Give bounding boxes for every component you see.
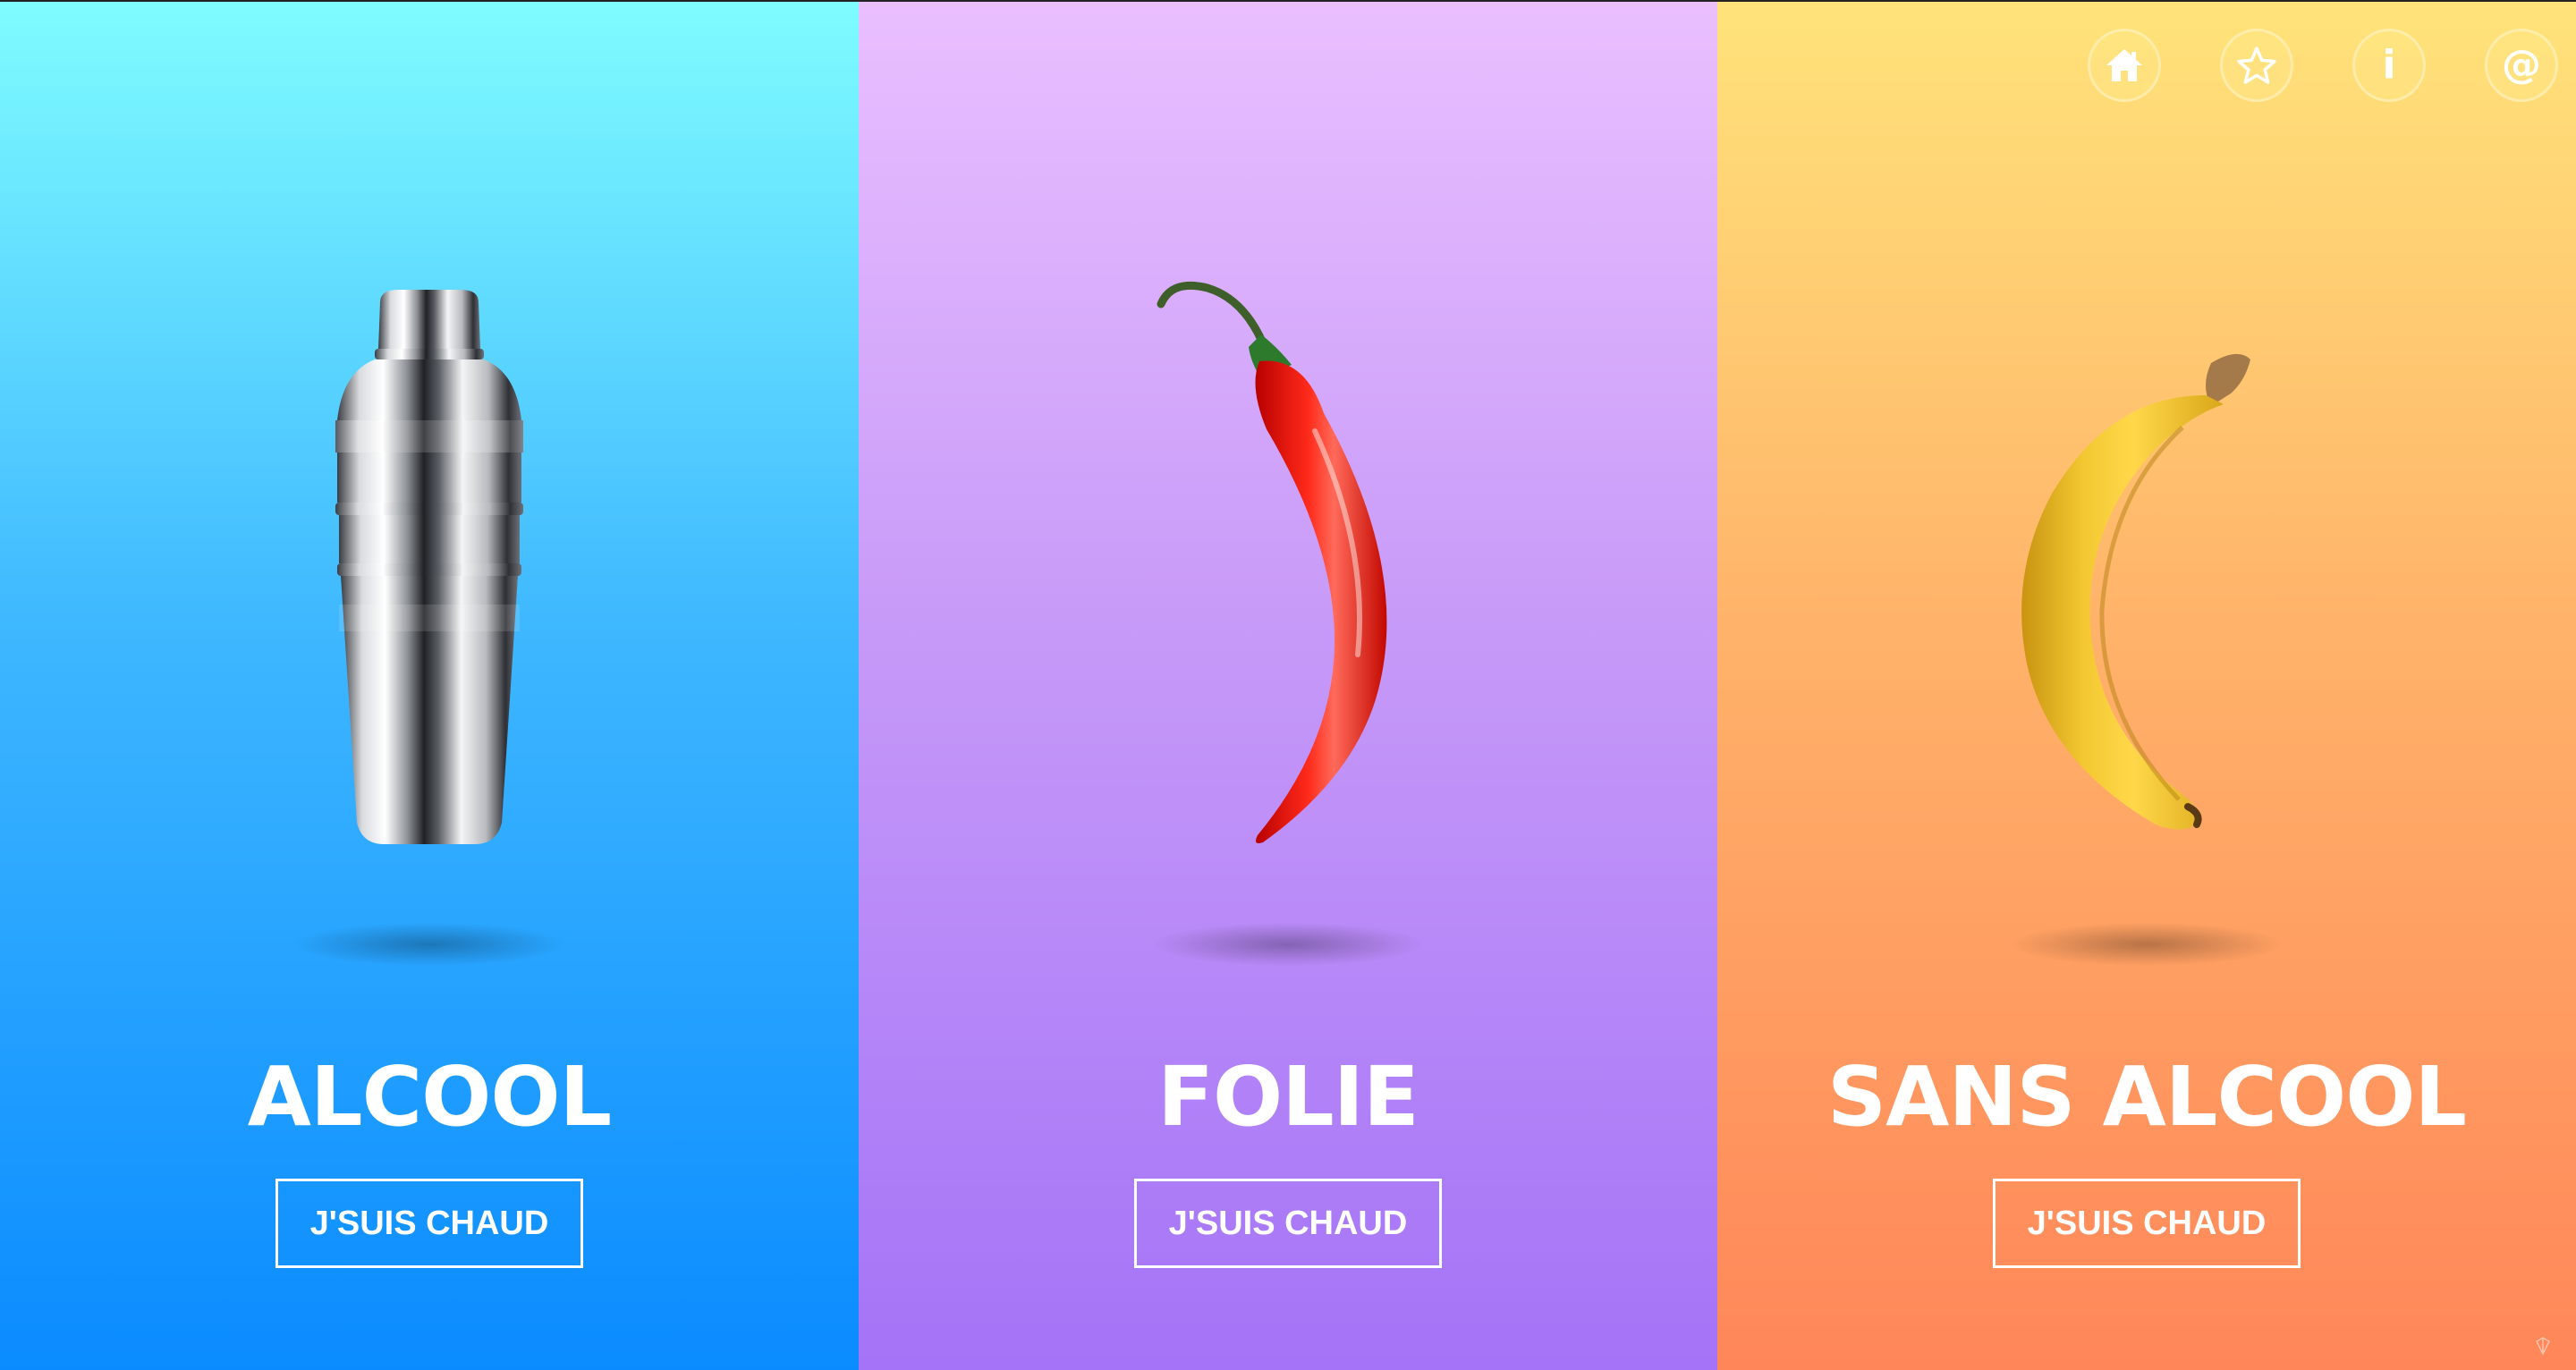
info-icon: i [2382,42,2396,88]
chili-pepper-icon [1157,281,1387,843]
cocktail-shaker-icon [335,290,523,844]
favorites-button[interactable] [2220,29,2293,102]
product-shadow [295,923,564,966]
star-icon [2237,47,2276,84]
logo-mark-icon [2536,1337,2550,1356]
top-nav: i @ [2088,29,2558,102]
product-shadow [1154,923,1422,966]
panel-title: FOLIE [1157,1049,1419,1145]
panel-title: SANS ALCOOL [1826,1049,2467,1145]
cta-button[interactable]: J'SUIS CHAUD [275,1179,583,1268]
at-icon: @ [2502,42,2541,88]
panel-sans-alcool[interactable]: SANS ALCOOL J'SUIS CHAUD [1717,2,2576,1370]
contact-button[interactable]: @ [2485,29,2558,102]
cta-button[interactable]: J'SUIS CHAUD [1993,1179,2301,1268]
panel-title: ALCOOL [247,1049,612,1145]
cta-button[interactable]: J'SUIS CHAUD [1134,1179,1442,1268]
info-button[interactable]: i [2352,29,2426,102]
panel-folie[interactable]: FOLIE J'SUIS CHAUD [859,2,1717,1370]
page: ALCOOL J'SUIS CHAUD FOLIE J'SUIS CHAUD S… [0,0,2576,1370]
product-shadow [2012,923,2281,966]
banana-icon [2021,353,2250,830]
home-icon [2106,49,2142,81]
home-button[interactable] [2088,29,2161,102]
panel-alcool[interactable]: ALCOOL J'SUIS CHAUD [0,2,859,1370]
